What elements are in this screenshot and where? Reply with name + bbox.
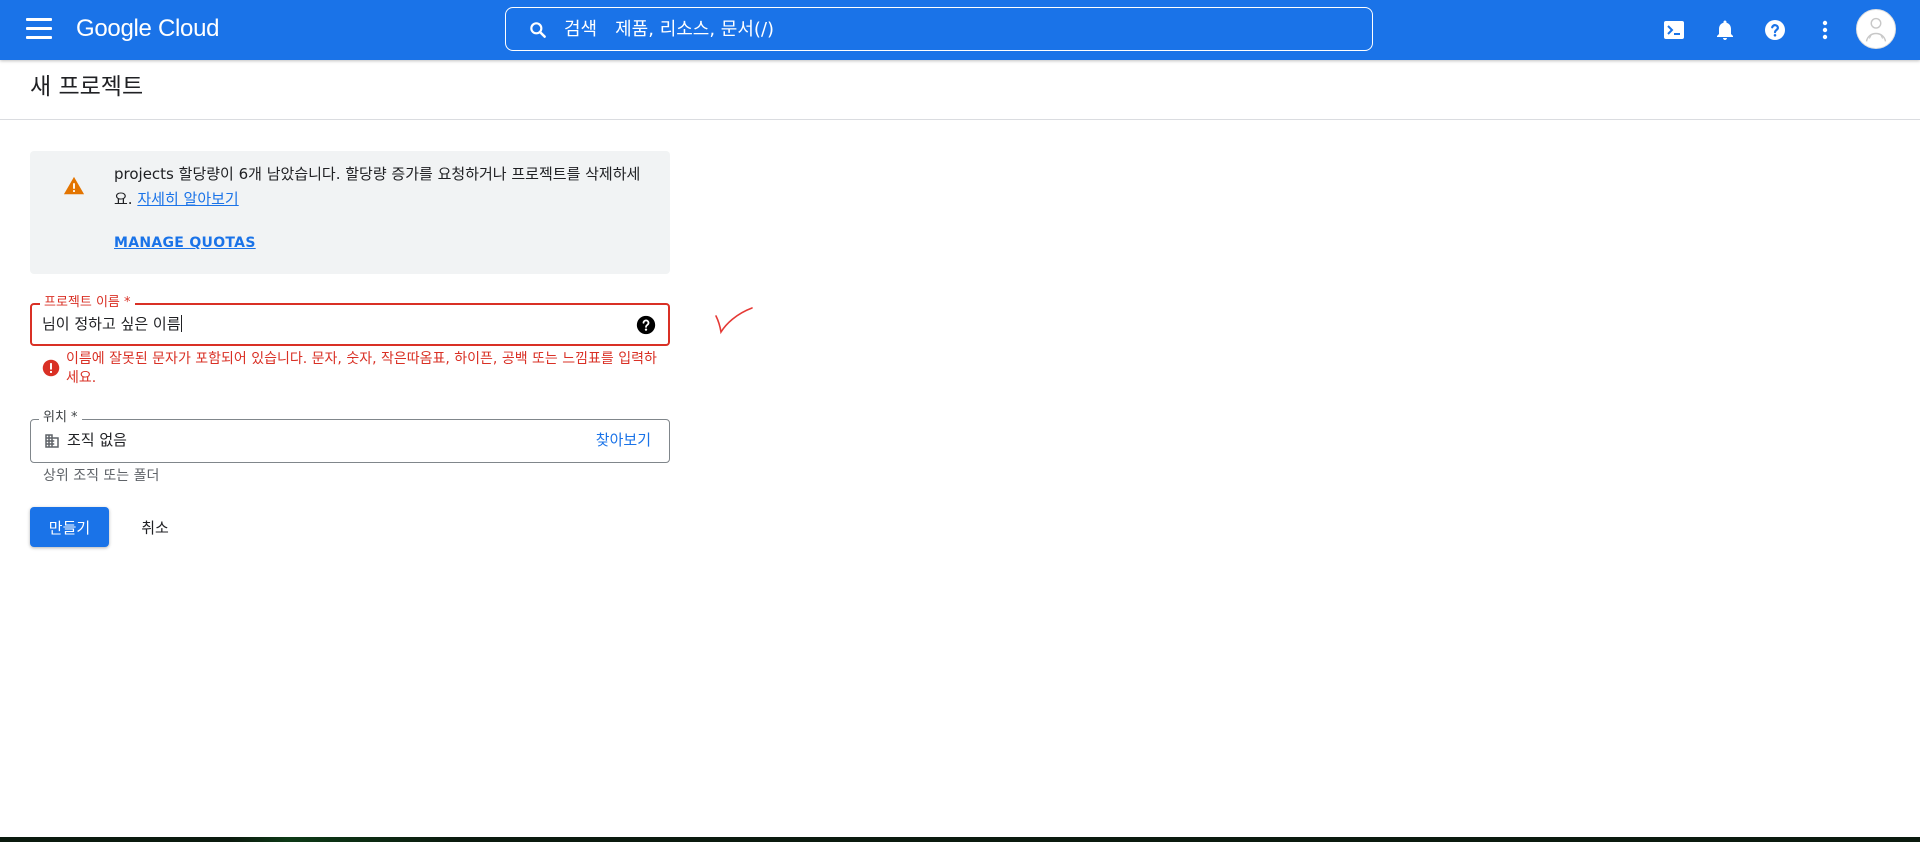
project-name-value: 님이 정하고 싶은 이름 [42, 315, 181, 333]
avatar-image [1865, 17, 1887, 42]
search-bar[interactable]: 검색 제품, 리소스, 문서(/) [505, 7, 1373, 51]
notifications-icon[interactable] [1713, 18, 1737, 42]
google-cloud-logo[interactable]: Google Cloud [76, 12, 219, 46]
location-label: 위치 * [39, 409, 82, 427]
top-app-bar: Google Cloud 검색 제품, 리소스, 문서(/) [0, 0, 1920, 60]
create-button[interactable]: 만들기 [30, 507, 109, 547]
building-icon [45, 434, 59, 448]
warning-icon [63, 176, 85, 195]
quota-warning-banner: projects 할당량이 6개 남았습니다. 할당량 증가를 요청하거나 프로… [30, 151, 670, 274]
help-icon[interactable] [1763, 18, 1787, 42]
manage-quotas-link[interactable]: MANAGE QUOTAS [114, 235, 256, 251]
quota-message: projects 할당량이 6개 남았습니다. 할당량 증가를 요청하거나 프로… [114, 162, 654, 212]
location-value: 조직 없음 [67, 431, 127, 449]
search-label: 검색 [564, 19, 598, 40]
page-title: 새 프로젝트 [30, 74, 144, 100]
search-input[interactable]: 검색 제품, 리소스, 문서(/) [564, 18, 774, 42]
taskbar-strip [0, 837, 1920, 842]
error-icon [42, 359, 60, 377]
help-circle-icon[interactable] [636, 315, 656, 335]
avatar[interactable] [1856, 9, 1896, 49]
search-placeholder: 제품, 리소스, 문서(/) [615, 19, 775, 40]
page-header: 새 프로젝트 [0, 60, 1920, 120]
more-vert-icon[interactable] [1813, 18, 1837, 42]
location-hint: 상위 조직 또는 폴더 [43, 468, 160, 484]
cancel-button[interactable]: 취소 [124, 507, 186, 547]
project-name-input[interactable]: 님이 정하고 싶은 이름 [42, 314, 182, 334]
menu-icon[interactable] [26, 18, 52, 42]
location-field[interactable]: 위치 * 조직 없음 찾아보기 [30, 409, 670, 463]
cloud-shell-icon[interactable] [1662, 18, 1686, 42]
browse-button[interactable]: 찾아보기 [596, 430, 651, 450]
checkmark-annotation [715, 307, 753, 335]
text-cursor [180, 315, 182, 332]
project-name-label: 프로젝트 이름 * [40, 294, 135, 312]
project-name-field[interactable]: 프로젝트 이름 * 님이 정하고 싶은 이름 [30, 294, 670, 346]
search-icon [530, 22, 546, 38]
error-message: 이름에 잘못된 문자가 포함되어 있습니다. 문자, 숫자, 작은따옴표, 하이… [66, 351, 657, 386]
learn-more-link[interactable]: 자세히 알아보기 [137, 190, 238, 208]
